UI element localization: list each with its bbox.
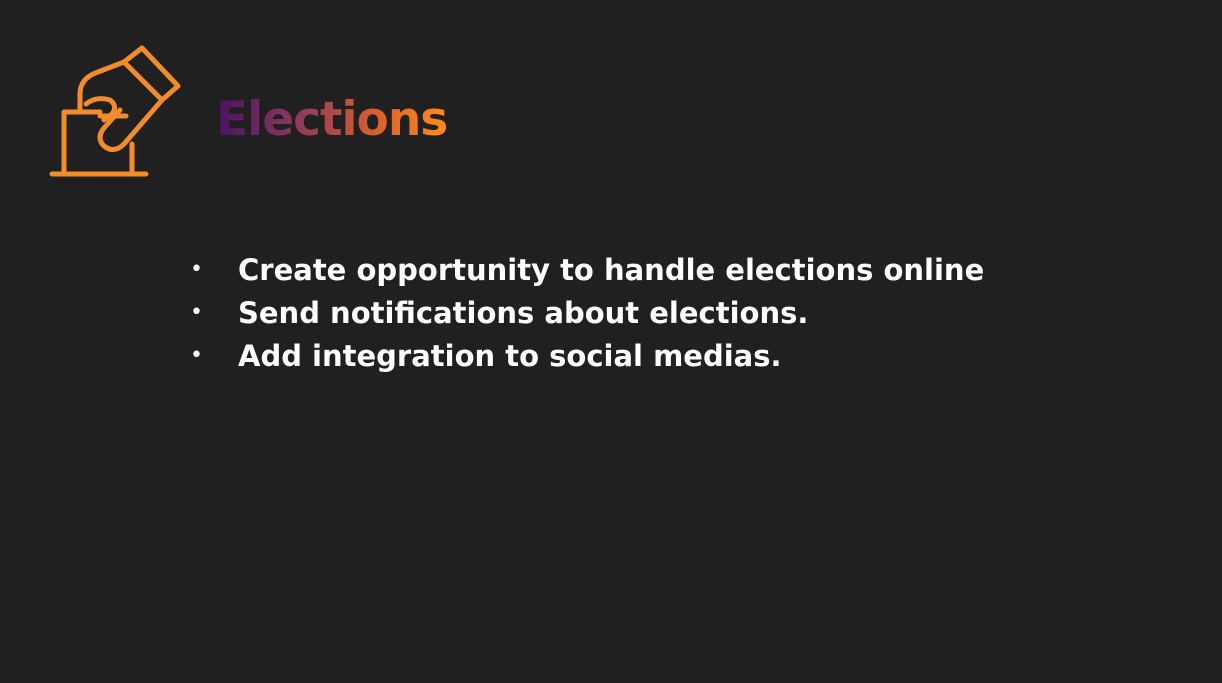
list-item: • Create opportunity to handle elections… [190,248,984,291]
list-item: • Add integration to social medias. [190,334,984,377]
bullet-text: Create opportunity to handle elections o… [238,252,985,287]
ballot-box-hand-icon [49,45,181,177]
bullet-text: Send notifications about elections. [238,295,809,330]
bullet-marker: • [190,343,203,368]
list-item: • Send notifications about elections. [190,291,984,334]
slide-title: Elections [216,92,448,147]
bullet-marker: • [190,257,203,282]
bullet-text: Add integration to social medias. [238,338,782,373]
bullet-marker: • [190,300,203,325]
slide: Elections • Create opportunity to handle… [0,0,1222,683]
bullet-list: • Create opportunity to handle elections… [190,248,984,377]
